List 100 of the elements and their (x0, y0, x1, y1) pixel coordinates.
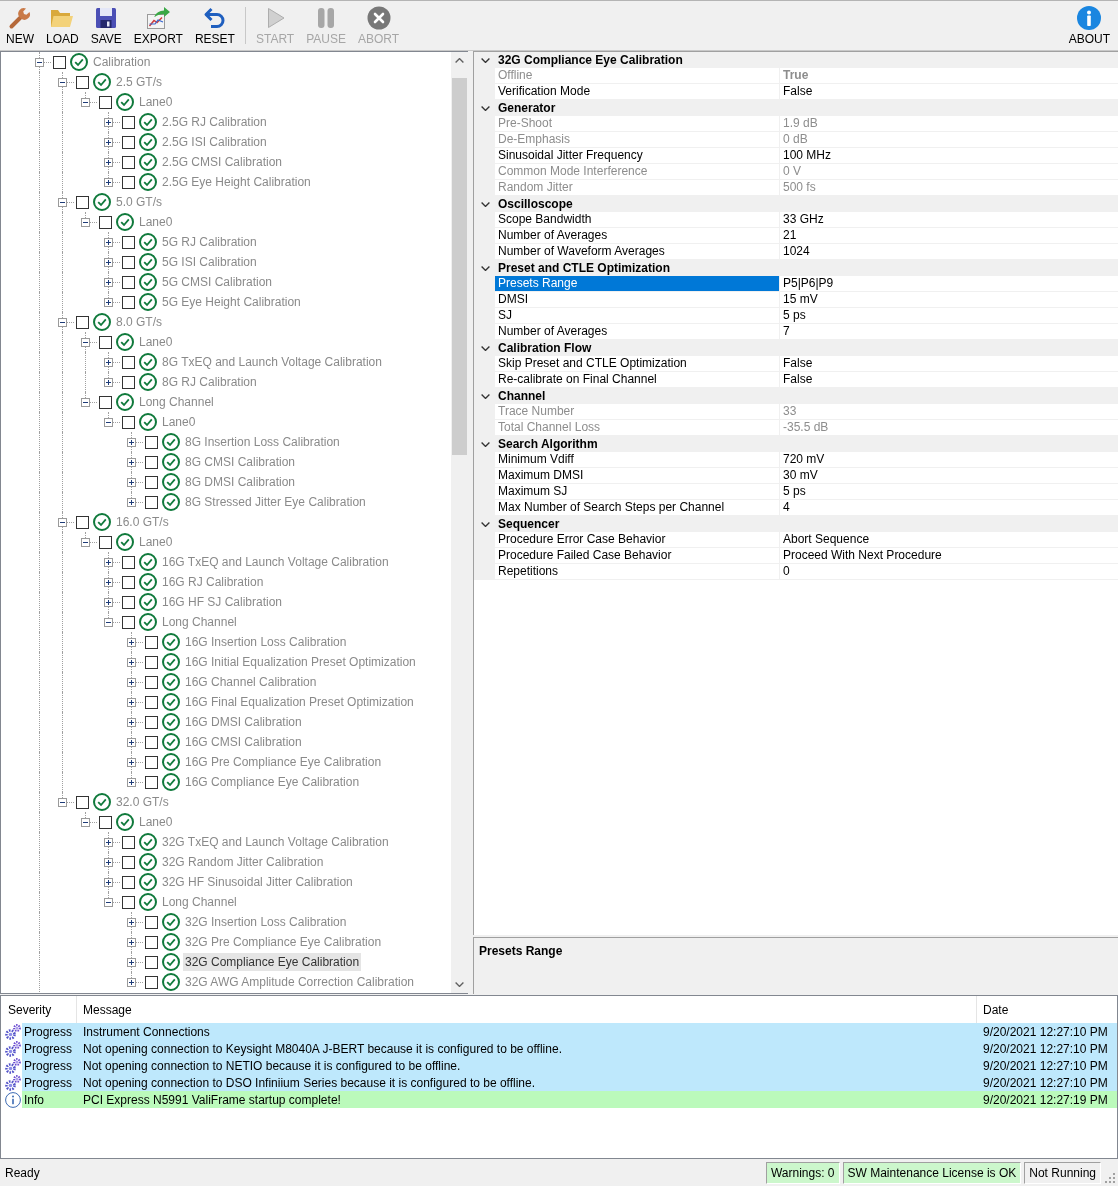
checkbox[interactable] (145, 915, 158, 929)
minus-box-icon[interactable] (58, 318, 67, 327)
tree-item[interactable]: 2.5G ISI Calibration (160, 133, 269, 151)
property-name[interactable]: Presets Range (495, 276, 779, 291)
tree-item[interactable]: 16G Channel Calibration (183, 673, 319, 691)
plus-box-icon[interactable] (104, 558, 113, 567)
tree-item[interactable]: Long Channel (160, 893, 239, 911)
tree-item[interactable]: Lane0 (137, 333, 175, 351)
minus-box-icon[interactable] (58, 798, 67, 807)
property-value[interactable]: 33 GHz (780, 212, 1118, 227)
checkbox[interactable] (122, 355, 135, 369)
chevron-down-icon[interactable] (481, 521, 490, 527)
toolbar-button[interactable]: NEW (0, 1, 40, 50)
chart-arrow-icon[interactable] (146, 6, 171, 30)
plus-box-icon[interactable] (104, 278, 113, 287)
tree-item[interactable]: 32G TxEQ and Launch Voltage Calibration (160, 833, 391, 851)
checkbox[interactable] (122, 555, 135, 569)
checkbox[interactable] (122, 295, 135, 309)
plus-box-icon[interactable] (104, 578, 113, 587)
property-name[interactable]: Skip Preset and CTLE Optimization (495, 356, 779, 371)
checkbox[interactable] (145, 695, 158, 709)
checkbox[interactable] (145, 955, 158, 969)
tree-item[interactable]: 16G Final Equalization Preset Optimization (183, 693, 416, 711)
chevron-down-icon[interactable] (481, 441, 490, 447)
tree-item[interactable]: Lane0 (137, 213, 175, 231)
tree-item[interactable]: Lane0 (137, 813, 175, 831)
property-name[interactable]: Scope Bandwidth (495, 212, 779, 227)
column-header[interactable]: Date (977, 996, 1117, 1023)
tree-item[interactable]: 8G RJ Calibration (160, 373, 259, 391)
property-value[interactable]: 30 mV (780, 468, 1118, 483)
log-row[interactable]: Progress Not opening connection to DSO Infiniium Series because it is configured to be offline. 9/20/2021 12:27:10 PM (22, 1074, 1117, 1091)
tree-item[interactable]: Lane0 (137, 533, 175, 551)
property-name[interactable]: Procedure Error Case Behavior (495, 532, 779, 547)
chevron-down-icon[interactable] (481, 345, 490, 351)
property-name[interactable]: Maximum DMSI (495, 468, 779, 483)
tree-item[interactable]: 16G TxEQ and Launch Voltage Calibration (160, 553, 391, 571)
tree-item[interactable]: 5G Eye Height Calibration (160, 293, 303, 311)
checkbox[interactable] (122, 415, 135, 429)
tree-item[interactable]: 32G Random Jitter Calibration (160, 853, 326, 871)
category-label[interactable]: Preset and CTLE Optimization (498, 260, 671, 276)
property-value[interactable]: 0 (780, 564, 1118, 579)
toolbar-button[interactable]: SAVE (84, 1, 128, 50)
tree-item[interactable]: 2.5G RJ Calibration (160, 113, 269, 131)
tree-item[interactable]: 16.0 GT/s (114, 513, 171, 531)
checkbox[interactable] (145, 715, 158, 729)
wrench-icon[interactable] (8, 6, 32, 30)
tree-item[interactable]: 2.5 GT/s (114, 73, 164, 91)
tree-item[interactable]: 5G CMSI Calibration (160, 273, 275, 291)
tree-item[interactable]: 16G DMSI Calibration (183, 713, 304, 731)
checkbox[interactable] (122, 255, 135, 269)
tree-item[interactable]: 32G AWG Amplitude Correction Calibration (183, 973, 416, 991)
plus-box-icon[interactable] (127, 658, 136, 667)
category-label[interactable]: Generator (498, 100, 556, 116)
log-row[interactable]: Progress Instrument Connections 9/20/2021 12:27:10 PM (22, 1023, 1117, 1040)
toolbar-button[interactable]: RESET (188, 1, 241, 50)
toolbar-button[interactable]: LOAD (40, 1, 85, 50)
plus-box-icon[interactable] (104, 358, 113, 367)
resize-grip-icon[interactable] (1104, 1172, 1115, 1183)
checkbox[interactable] (145, 455, 158, 469)
tree-item[interactable]: 8G CMSI Calibration (183, 453, 298, 471)
minus-box-icon[interactable] (104, 618, 113, 627)
tree-item[interactable]: 32G HF Sinusoidal Jitter Calibration (160, 873, 355, 891)
tree-item[interactable]: 16G HF SJ Calibration (160, 593, 285, 611)
plus-box-icon[interactable] (104, 178, 113, 187)
property-name[interactable]: DMSI (495, 292, 779, 307)
tree-item[interactable]: 16G CMSI Calibration (183, 733, 304, 751)
plus-box-icon[interactable] (104, 138, 113, 147)
property-name[interactable]: Number of Averages (495, 324, 779, 339)
checkbox[interactable] (53, 55, 66, 69)
tree-item[interactable]: 8G Insertion Loss Calibration (183, 433, 342, 451)
checkbox[interactable] (122, 855, 135, 869)
plus-box-icon[interactable] (104, 298, 113, 307)
scrollbar[interactable] (451, 52, 468, 993)
checkbox[interactable] (145, 635, 158, 649)
checkbox[interactable] (145, 435, 158, 449)
log-row[interactable]: Progress Not opening connection to Keysight M8040A J-BERT because it is configured to be offline. 9/20/2021 12:27:10 PM (22, 1040, 1117, 1057)
tree-item[interactable]: 32.0 GT/s (114, 793, 171, 811)
tree-item[interactable]: 32G Compliance Eye Calibration (183, 953, 362, 971)
minus-box-icon[interactable] (58, 78, 67, 87)
chevron-down-icon[interactable] (455, 982, 464, 987)
property-name[interactable]: Repetitions (495, 564, 779, 579)
info-icon[interactable] (1077, 6, 1102, 30)
category-label[interactable]: Calibration Flow (498, 340, 592, 356)
property-value[interactable]: 5 ps (780, 484, 1118, 499)
minus-box-icon[interactable] (81, 818, 90, 827)
checkbox[interactable] (122, 235, 135, 249)
property-name[interactable]: Max Number of Search Steps per Channel (495, 500, 779, 515)
checkbox[interactable] (122, 115, 135, 129)
property-value[interactable]: Proceed With Next Procedure (780, 548, 1118, 563)
plus-box-icon[interactable] (127, 678, 136, 687)
checkbox[interactable] (145, 675, 158, 689)
checkbox[interactable] (122, 595, 135, 609)
checkbox[interactable] (76, 515, 89, 529)
checkbox[interactable] (76, 195, 89, 209)
plus-box-icon[interactable] (127, 758, 136, 767)
property-value[interactable]: 100 MHz (780, 148, 1118, 163)
checkbox[interactable] (76, 795, 89, 809)
plus-box-icon[interactable] (104, 238, 113, 247)
tree-item[interactable]: 8.0 GT/s (114, 313, 164, 331)
plus-box-icon[interactable] (127, 738, 136, 747)
